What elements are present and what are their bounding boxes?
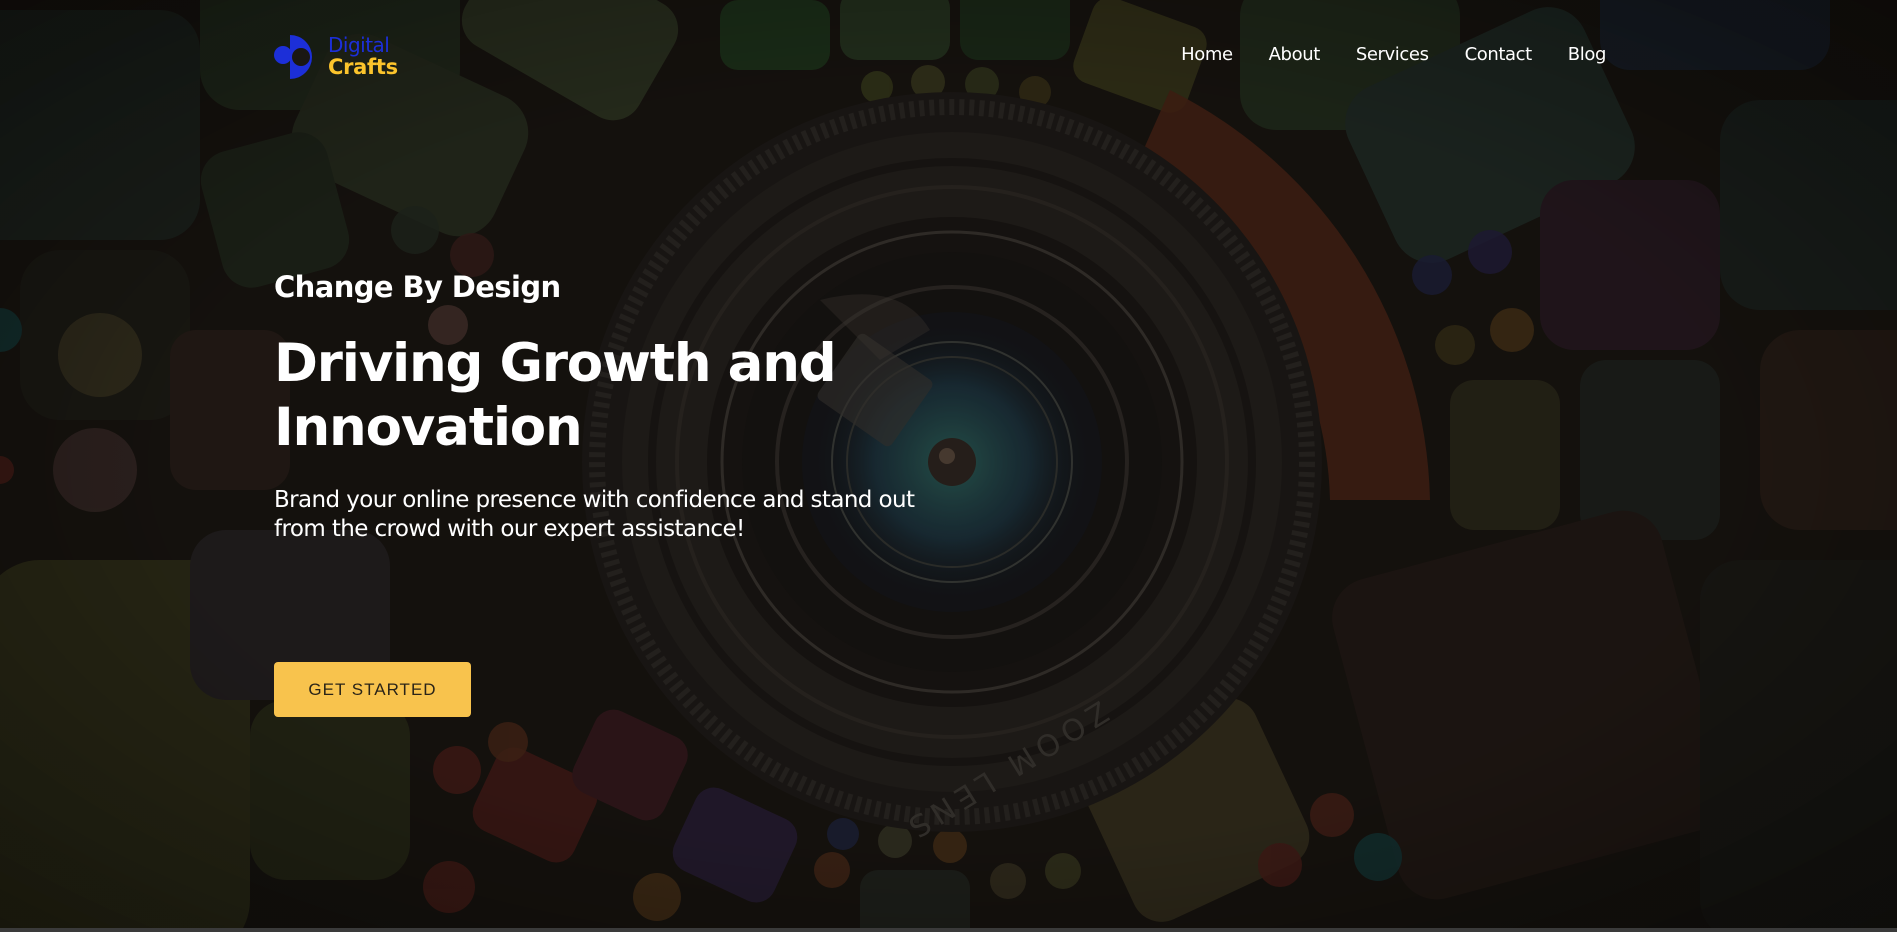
- logo-icon: [274, 31, 326, 83]
- brand-name-line2: Crafts: [328, 55, 398, 79]
- brand-name: Digital Crafts: [328, 34, 398, 78]
- page-bottom-edge: [0, 928, 1897, 932]
- hero-eyebrow: Change By Design: [274, 270, 561, 304]
- hero-background-image: ZOOM LENS: [0, 0, 1897, 928]
- get-started-button[interactable]: GET STARTED: [274, 662, 471, 717]
- nav-item-about[interactable]: About: [1269, 44, 1321, 65]
- brand-name-line1: Digital: [328, 33, 390, 57]
- hero-subtext: Brand your online presence with confiden…: [274, 487, 915, 542]
- brand-logo[interactable]: Digital Crafts: [274, 30, 424, 84]
- main-nav: Home About Services Contact Blog: [1181, 44, 1606, 65]
- nav-item-contact[interactable]: Contact: [1465, 44, 1533, 65]
- hero-headline: Driving Growth and Innovation: [274, 333, 837, 458]
- nav-item-home[interactable]: Home: [1181, 44, 1233, 65]
- nav-item-blog[interactable]: Blog: [1568, 44, 1607, 65]
- landing-page: ZOOM LENS Digital Crafts Home About Serv…: [0, 0, 1897, 932]
- nav-item-services[interactable]: Services: [1356, 44, 1429, 65]
